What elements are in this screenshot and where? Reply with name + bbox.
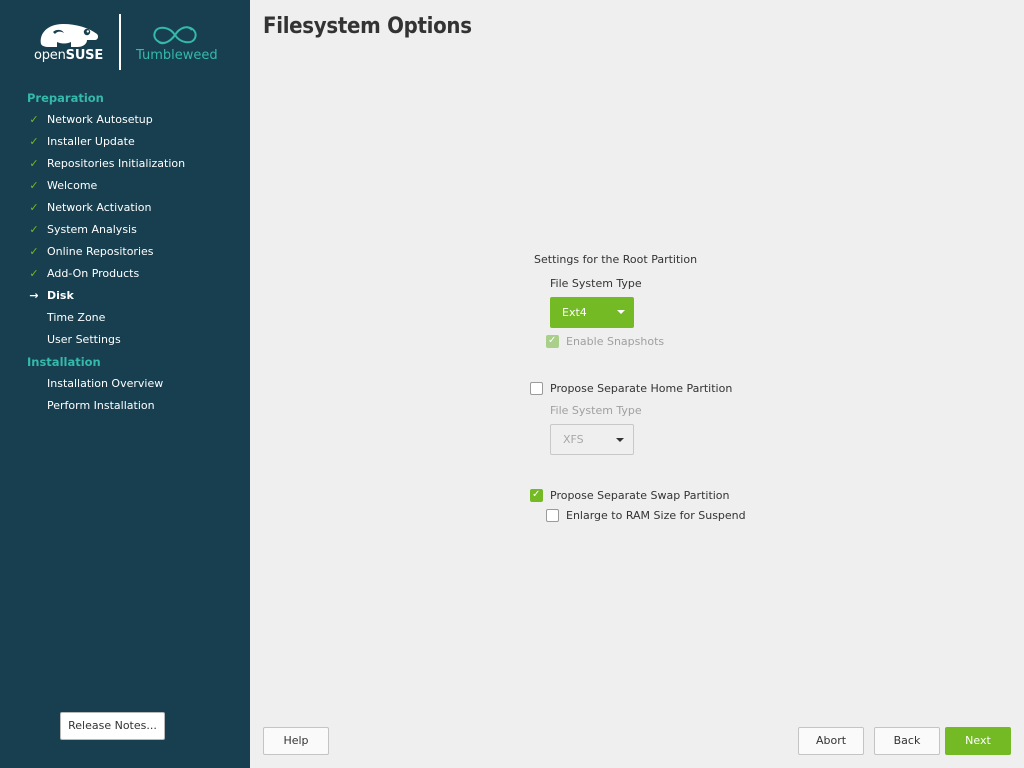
enlarge-ram-label: Enlarge to RAM Size for Suspend — [566, 509, 746, 522]
step-installer-update: ✓ Installer Update — [0, 131, 250, 153]
step-label: Disk — [47, 289, 74, 302]
step-label: User Settings — [47, 333, 121, 346]
home-fs-type-value: XFS — [563, 433, 584, 446]
checkmark-icon: ✓ — [29, 223, 39, 236]
tumbleweed-logo: Tumbleweed — [134, 20, 224, 66]
section-title-preparation: Preparation — [27, 91, 104, 105]
next-button[interactable]: Next — [945, 727, 1011, 755]
step-label: Online Repositories — [47, 245, 154, 258]
propose-swap-checkbox[interactable]: ✓ — [530, 489, 543, 502]
root-fs-type-label: File System Type — [550, 277, 642, 290]
propose-home-label: Propose Separate Home Partition — [550, 382, 733, 395]
checkmark-icon: ✓ — [29, 267, 39, 280]
step-installation-overview: Installation Overview — [0, 373, 250, 395]
step-network-autosetup: ✓ Network Autosetup — [0, 109, 250, 131]
home-fs-type-select[interactable]: XFS — [550, 424, 634, 455]
step-online-repositories: ✓ Online Repositories — [0, 241, 250, 263]
checkmark-icon: ✓ — [29, 157, 39, 170]
step-label: Perform Installation — [47, 399, 155, 412]
step-label: Repositories Initialization — [47, 157, 186, 170]
step-user-settings: User Settings — [0, 329, 250, 351]
home-fs-type-label: File System Type — [550, 404, 642, 417]
opensuse-wordmark: openSUSE — [34, 48, 104, 63]
checkmark-icon: ✓ — [29, 245, 39, 258]
infinity-icon — [153, 26, 197, 45]
checkmark-icon: ✓ — [29, 135, 39, 148]
root-fs-type-select[interactable]: Ext4 — [550, 297, 634, 328]
propose-swap-label: Propose Separate Swap Partition — [550, 489, 730, 502]
step-label: Installer Update — [47, 135, 135, 148]
step-welcome: ✓ Welcome — [0, 175, 250, 197]
step-add-on-products: ✓ Add-On Products — [0, 263, 250, 285]
step-label: Network Autosetup — [47, 113, 153, 126]
opensuse-logo: openSUSE — [34, 20, 104, 66]
arrow-right-icon: → — [29, 289, 39, 302]
propose-home-checkbox[interactable] — [530, 382, 543, 395]
chevron-down-icon — [616, 438, 624, 442]
installation-steps: Preparation ✓ Network Autosetup ✓ Installer … — [0, 87, 250, 417]
logo-divider — [119, 14, 121, 70]
step-repositories-initialization: ✓ Repositories Initialization — [0, 153, 250, 175]
step-label: Time Zone — [47, 311, 106, 324]
step-perform-installation: Perform Installation — [0, 395, 250, 417]
step-network-activation: ✓ Network Activation — [0, 197, 250, 219]
page-title: Filesystem Options — [263, 14, 472, 39]
enlarge-ram-checkbox[interactable] — [546, 509, 559, 522]
root-settings-heading: Settings for the Root Partition — [534, 253, 698, 266]
checkmark-icon: ✓ — [29, 201, 39, 214]
checkmark-icon: ✓ — [29, 179, 39, 192]
step-label: System Analysis — [47, 223, 137, 236]
enable-snapshots-checkbox[interactable]: ✓ — [546, 335, 559, 348]
section-title-installation: Installation — [27, 355, 101, 369]
chameleon-icon — [40, 24, 99, 47]
root-fs-type-value: Ext4 — [562, 306, 587, 319]
step-time-zone: Time Zone — [0, 307, 250, 329]
help-button[interactable]: Help — [263, 727, 329, 755]
step-system-analysis: ✓ System Analysis — [0, 219, 250, 241]
tumbleweed-wordmark: Tumbleweed — [136, 48, 218, 63]
sidebar: openSUSE Tumbleweed Preparation ✓ Network … — [0, 0, 250, 768]
step-label: Welcome — [47, 179, 98, 192]
chevron-down-icon — [617, 310, 625, 314]
step-label: Add-On Products — [47, 267, 140, 280]
back-button[interactable]: Back — [874, 727, 940, 755]
checkmark-icon: ✓ — [29, 113, 39, 126]
step-label: Installation Overview — [47, 377, 164, 390]
abort-button[interactable]: Abort — [798, 727, 864, 755]
step-disk: → Disk — [0, 285, 250, 307]
enable-snapshots-label: Enable Snapshots — [566, 335, 665, 348]
checkmark-icon: ✓ — [548, 335, 557, 346]
step-label: Network Activation — [47, 201, 152, 214]
checkmark-icon: ✓ — [532, 489, 541, 500]
release-notes-button[interactable]: Release Notes... — [60, 712, 165, 740]
